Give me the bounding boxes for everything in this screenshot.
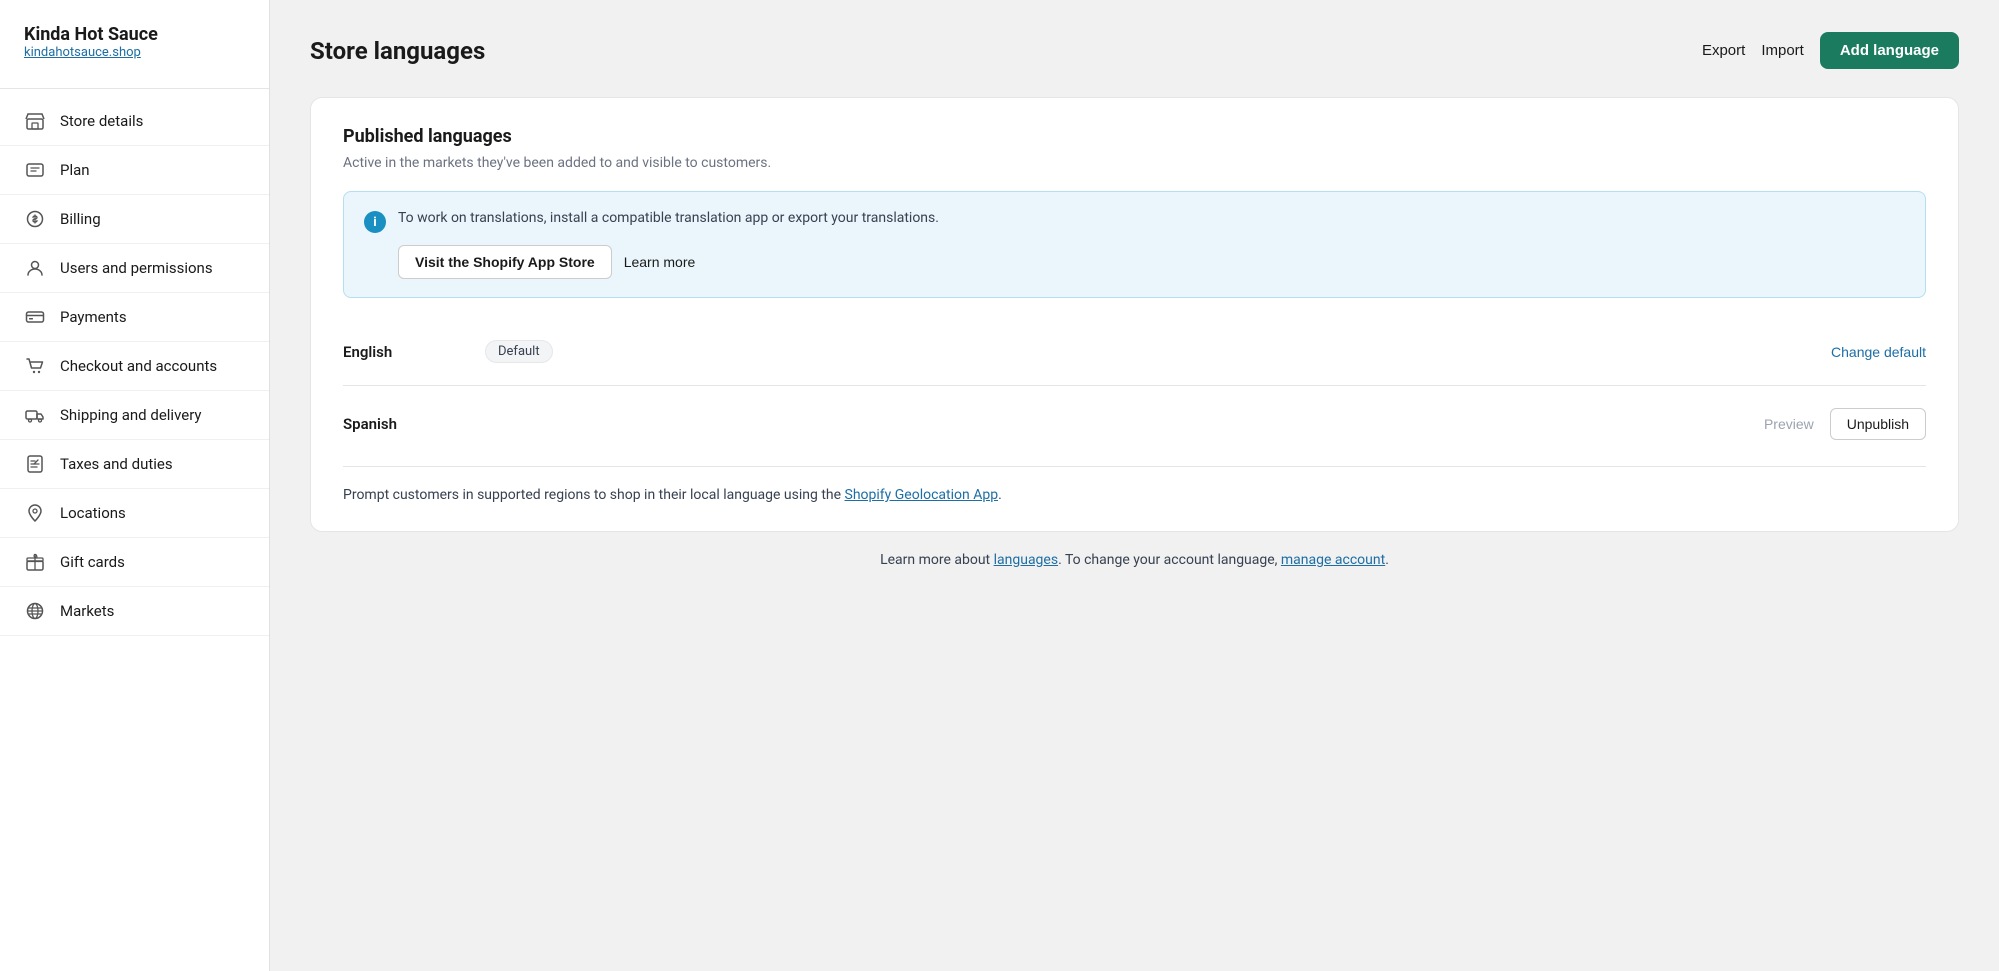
sidebar-item-label: Store details [60, 112, 143, 130]
sidebar-item-gift-cards[interactable]: Gift cards [0, 538, 269, 587]
main-content: Store languages Export Import Add langua… [270, 0, 1999, 971]
sidebar-item-label: Checkout and accounts [60, 357, 217, 375]
location-icon [24, 502, 46, 524]
sidebar-item-label: Shipping and delivery [60, 406, 202, 424]
user-icon [24, 257, 46, 279]
sidebar-item-shipping-delivery[interactable]: Shipping and delivery [0, 391, 269, 440]
store-icon [24, 110, 46, 132]
language-name-spanish: Spanish [343, 415, 473, 433]
brand-url[interactable]: kindahotsauce.shop [24, 45, 245, 60]
checkout-icon [24, 355, 46, 377]
unpublish-button[interactable]: Unpublish [1830, 408, 1926, 440]
visit-app-store-button[interactable]: Visit the Shopify App Store [398, 245, 612, 279]
footer-text: Prompt customers in supported regions to… [343, 466, 1926, 503]
sidebar-item-label: Taxes and duties [60, 455, 173, 473]
sidebar-item-users-permissions[interactable]: Users and permissions [0, 244, 269, 293]
sidebar-item-store-details[interactable]: Store details [0, 97, 269, 146]
change-default-button[interactable]: Change default [1831, 344, 1926, 360]
sidebar-item-label: Plan [60, 161, 90, 179]
sidebar-item-label: Locations [60, 504, 126, 522]
language-name-english: English [343, 343, 473, 361]
billing-icon [24, 208, 46, 230]
published-languages-card: Published languages Active in the market… [310, 97, 1959, 532]
import-button[interactable]: Import [1761, 42, 1804, 59]
plan-icon [24, 159, 46, 181]
sidebar-item-checkout-accounts[interactable]: Checkout and accounts [0, 342, 269, 391]
lang-divider [343, 385, 1926, 386]
shipping-icon [24, 404, 46, 426]
sidebar-item-billing[interactable]: Billing [0, 195, 269, 244]
sidebar-item-label: Users and permissions [60, 259, 213, 277]
info-box-top: i To work on translations, install a com… [364, 210, 1905, 233]
geolocation-app-link[interactable]: Shopify Geolocation App [845, 487, 999, 503]
info-box: i To work on translations, install a com… [343, 191, 1926, 298]
add-language-button[interactable]: Add language [1820, 32, 1959, 69]
sidebar-item-label: Markets [60, 602, 114, 620]
brand: Kinda Hot Sauce kindahotsauce.shop [0, 24, 269, 88]
sidebar-item-label: Billing [60, 210, 101, 228]
export-button[interactable]: Export [1702, 42, 1745, 59]
manage-account-link[interactable]: manage account [1281, 552, 1385, 568]
language-badge-english: Default [485, 340, 553, 363]
language-actions-spanish: Preview Unpublish [1764, 408, 1926, 440]
markets-icon [24, 600, 46, 622]
bottom-note: Learn more about languages. To change yo… [310, 552, 1959, 568]
gift-icon [24, 551, 46, 573]
preview-button[interactable]: Preview [1764, 416, 1814, 432]
payments-icon [24, 306, 46, 328]
sidebar-item-plan[interactable]: Plan [0, 146, 269, 195]
info-icon: i [364, 211, 386, 233]
page-header: Store languages Export Import Add langua… [310, 32, 1959, 69]
card-title: Published languages [343, 126, 1926, 147]
language-row-english: English Default Change default [343, 322, 1926, 381]
languages-link[interactable]: languages [994, 552, 1058, 568]
page-title: Store languages [310, 37, 485, 65]
sidebar: Kinda Hot Sauce kindahotsauce.shop Store… [0, 0, 270, 971]
info-text: To work on translations, install a compa… [398, 210, 939, 226]
sidebar-divider [0, 88, 269, 89]
language-actions-english: Change default [1831, 344, 1926, 360]
sidebar-item-payments[interactable]: Payments [0, 293, 269, 342]
taxes-icon [24, 453, 46, 475]
sidebar-item-locations[interactable]: Locations [0, 489, 269, 538]
sidebar-item-taxes-duties[interactable]: Taxes and duties [0, 440, 269, 489]
sidebar-item-label: Payments [60, 308, 127, 326]
learn-more-button[interactable]: Learn more [624, 254, 696, 270]
brand-name: Kinda Hot Sauce [24, 24, 245, 45]
header-actions: Export Import Add language [1702, 32, 1959, 69]
card-subtitle: Active in the markets they've been added… [343, 155, 1926, 171]
sidebar-item-markets[interactable]: Markets [0, 587, 269, 636]
sidebar-item-label: Gift cards [60, 553, 125, 571]
language-row-spanish: Spanish Preview Unpublish [343, 390, 1926, 458]
info-box-actions: Visit the Shopify App Store Learn more [364, 245, 1905, 279]
